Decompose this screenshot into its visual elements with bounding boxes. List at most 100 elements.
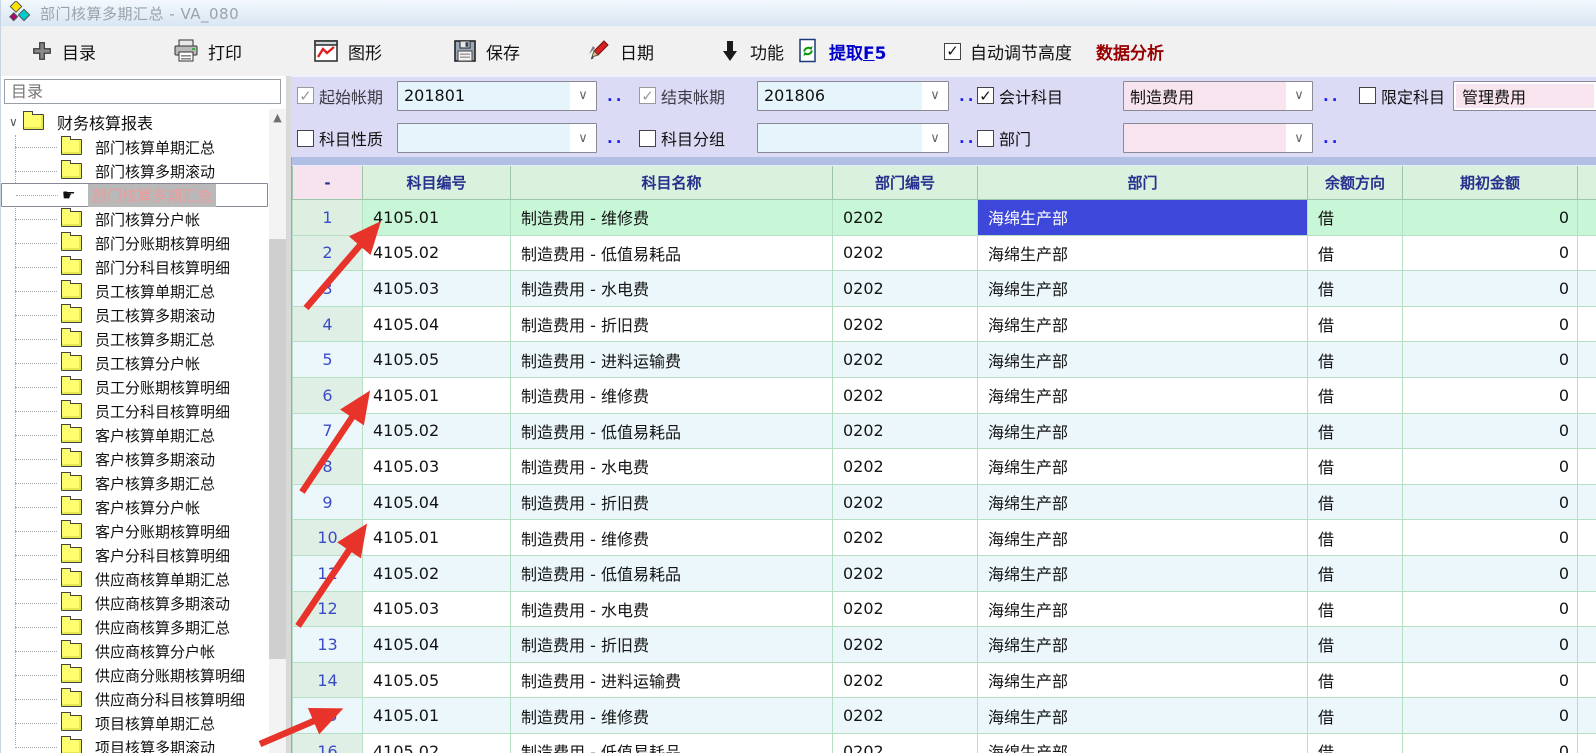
tree-item-10[interactable]: 员工核算分户帐	[1, 351, 268, 375]
filter-input-限定科目[interactable]: 管理费用	[1453, 81, 1596, 111]
cell-r13-c1[interactable]: 4105.04	[363, 627, 511, 663]
tree-item-20[interactable]: 供应商核算多期滚动	[1, 591, 268, 615]
cell-r12-c5[interactable]: 借	[1308, 591, 1403, 627]
cell-r3-c1[interactable]: 4105.03	[363, 271, 511, 307]
chevron-down-icon[interactable]: ∨	[9, 115, 23, 129]
cell-r4-c1[interactable]: 4105.04	[363, 306, 511, 342]
column-header-rownum[interactable]: -	[293, 166, 363, 200]
cell-r1-c4[interactable]: 海绵生产部	[978, 200, 1308, 236]
ellipsis-button[interactable]: ..	[949, 87, 977, 105]
filter-select-会计科目[interactable]: 制造费用∨	[1123, 81, 1313, 111]
tree-item-17[interactable]: 客户分账期核算明细	[1, 519, 268, 543]
cell-r16-c2[interactable]: 制造费用 - 低值易耗品	[511, 733, 833, 753]
ellipsis-button[interactable]: ..	[597, 129, 639, 147]
filter-结束帐期[interactable]: ✓结束帐期	[639, 84, 757, 108]
cell-r13-c5[interactable]: 借	[1308, 627, 1403, 663]
cell-r14-c4[interactable]: 海绵生产部	[978, 662, 1308, 698]
cell-r1-c3[interactable]: 0202	[833, 200, 978, 236]
filter-select-科目性质[interactable]: ∨	[397, 123, 597, 153]
cell-r9-c0[interactable]: 9	[293, 484, 363, 520]
cell-r3-c5[interactable]: 借	[1308, 271, 1403, 307]
cell-r12-c6[interactable]: 0	[1403, 591, 1578, 627]
cell-r10-c6[interactable]: 0	[1403, 520, 1578, 556]
cell-r13-c4[interactable]: 海绵生产部	[978, 627, 1308, 663]
cell-r15-c3[interactable]: 0202	[833, 698, 978, 734]
cell-r3-c4[interactable]: 海绵生产部	[978, 271, 1308, 307]
cell-r1-c0[interactable]: 1	[293, 200, 363, 236]
cell-r8-c2[interactable]: 制造费用 - 水电费	[511, 449, 833, 485]
cell-r5-c2[interactable]: 制造费用 - 进料运输费	[511, 342, 833, 378]
tree-item-22[interactable]: 供应商核算分户帐	[1, 639, 268, 663]
cell-r6-c5[interactable]: 借	[1308, 377, 1403, 413]
filter-起始帐期[interactable]: ✓起始帐期	[297, 84, 397, 108]
column-header-4[interactable]: 部门	[978, 166, 1308, 200]
cell-r8-c3[interactable]: 0202	[833, 449, 978, 485]
scrollbar-thumb[interactable]	[269, 239, 286, 659]
tree-item-4[interactable]: 部门核算分户帐	[1, 207, 268, 231]
tree-item-2[interactable]: 部门核算多期滚动	[1, 159, 268, 183]
tree-item-24[interactable]: 供应商分科目核算明细	[1, 687, 268, 711]
cell-r1-c2[interactable]: 制造费用 - 维修费	[511, 200, 833, 236]
filter-checkbox[interactable]: ✓	[297, 87, 314, 104]
cell-r10-c2[interactable]: 制造费用 - 维修费	[511, 520, 833, 556]
ellipsis-button[interactable]: ..	[1313, 87, 1359, 105]
cell-r11-c2[interactable]: 制造费用 - 低值易耗品	[511, 555, 833, 591]
cell-r7-c0[interactable]: 7	[293, 413, 363, 449]
tree-item-7[interactable]: 员工核算单期汇总	[1, 279, 268, 303]
column-header-3[interactable]: 部门编号	[833, 166, 978, 200]
cell-r8-c6[interactable]: 0	[1403, 449, 1578, 485]
cell-r15-c6[interactable]: 0	[1403, 698, 1578, 734]
cell-r16-c0[interactable]: 16	[293, 733, 363, 753]
cell-r7-c4[interactable]: 海绵生产部	[978, 413, 1308, 449]
cell-r12-c4[interactable]: 海绵生产部	[978, 591, 1308, 627]
cell-r14-c6[interactable]: 0	[1403, 662, 1578, 698]
filter-select-科目分组[interactable]: ∨	[757, 123, 949, 153]
filter-checkbox[interactable]	[297, 130, 314, 147]
cell-r7-c1[interactable]: 4105.02	[363, 413, 511, 449]
cell-r4-c4[interactable]: 海绵生产部	[978, 306, 1308, 342]
tree-item-12[interactable]: 员工分科目核算明细	[1, 399, 268, 423]
cell-r6-c4[interactable]: 海绵生产部	[978, 377, 1308, 413]
chevron-down-icon[interactable]: ∨	[570, 124, 596, 152]
cell-r10-c0[interactable]: 10	[293, 520, 363, 556]
auto-height-toggle[interactable]: ✓ 自动调节高度	[944, 26, 1072, 76]
cell-r12-c2[interactable]: 制造费用 - 水电费	[511, 591, 833, 627]
cell-r14-c0[interactable]: 14	[293, 662, 363, 698]
cell-r6-c1[interactable]: 4105.01	[363, 377, 511, 413]
directory-search-input[interactable]	[4, 79, 281, 104]
cell-r11-c5[interactable]: 借	[1308, 555, 1403, 591]
cell-r16-c3[interactable]: 0202	[833, 733, 978, 753]
cell-r16-c6[interactable]: 0	[1403, 733, 1578, 753]
cell-r2-c6[interactable]: 0	[1403, 235, 1578, 271]
cell-r6-c2[interactable]: 制造费用 - 维修费	[511, 377, 833, 413]
cell-r2-c1[interactable]: 4105.02	[363, 235, 511, 271]
toolbar-button-1[interactable]: 目录	[31, 26, 96, 76]
cell-r15-c5[interactable]: 借	[1308, 698, 1403, 734]
tree-item-8[interactable]: 员工核算多期滚动	[1, 303, 268, 327]
cell-r7-c5[interactable]: 借	[1308, 413, 1403, 449]
chevron-down-icon[interactable]: ∨	[1286, 124, 1312, 152]
cell-r8-c5[interactable]: 借	[1308, 449, 1403, 485]
cell-r7-c2[interactable]: 制造费用 - 低值易耗品	[511, 413, 833, 449]
cell-r3-c0[interactable]: 3	[293, 271, 363, 307]
cell-r8-c0[interactable]: 8	[293, 449, 363, 485]
cell-r8-c4[interactable]: 海绵生产部	[978, 449, 1308, 485]
cell-r2-c5[interactable]: 借	[1308, 235, 1403, 271]
cell-r9-c2[interactable]: 制造费用 - 折旧费	[511, 484, 833, 520]
cell-r5-c1[interactable]: 4105.05	[363, 342, 511, 378]
chevron-down-icon[interactable]: ∨	[922, 124, 948, 152]
column-header-6[interactable]: 期初金额	[1403, 166, 1578, 200]
cell-r14-c2[interactable]: 制造费用 - 进料运输费	[511, 662, 833, 698]
column-header-1[interactable]: 科目编号	[363, 166, 511, 200]
tree-item-14[interactable]: 客户核算多期滚动	[1, 447, 268, 471]
cell-r1-c1[interactable]: 4105.01	[363, 200, 511, 236]
tree-item-1[interactable]: 部门核算单期汇总	[1, 135, 268, 159]
toolbar-button-2[interactable]: 打印	[173, 26, 242, 76]
cell-r15-c1[interactable]: 4105.01	[363, 698, 511, 734]
cell-r14-c3[interactable]: 0202	[833, 662, 978, 698]
cell-r5-c4[interactable]: 海绵生产部	[978, 342, 1308, 378]
cell-r12-c0[interactable]: 12	[293, 591, 363, 627]
cell-r4-c0[interactable]: 4	[293, 306, 363, 342]
cell-r13-c6[interactable]: 0	[1403, 627, 1578, 663]
chevron-down-icon[interactable]: ∨	[570, 82, 596, 110]
